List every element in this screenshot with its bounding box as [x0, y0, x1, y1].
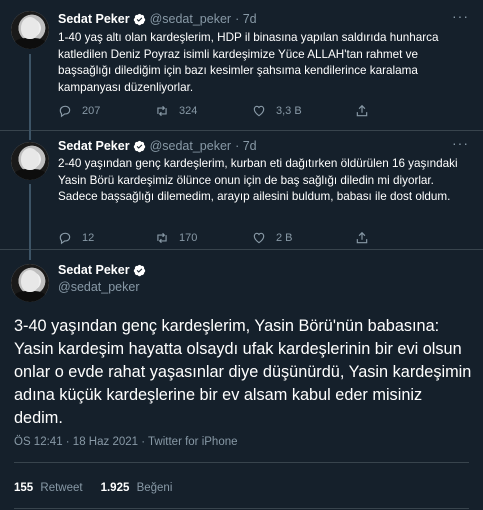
reply-button[interactable]: 12: [58, 231, 155, 245]
author-block: Sedat Peker @sedat_peker: [58, 263, 146, 294]
tweet-actions: 207 324 3,3 B: [58, 104, 443, 118]
tweet-header: Sedat Peker @sedat_peker · 7d: [58, 12, 257, 26]
author-name[interactable]: Sedat Peker: [58, 139, 130, 153]
retweet-stat-label: Retweet: [40, 482, 83, 494]
share-button[interactable]: [355, 104, 379, 118]
retweet-button[interactable]: 324: [155, 104, 252, 118]
reply-icon: [59, 232, 71, 245]
more-options-icon[interactable]: ···: [452, 135, 469, 151]
retweet-icon: [157, 232, 167, 244]
like-icon: [253, 105, 265, 117]
tweet-actions: 12 170 2 B: [58, 231, 443, 245]
share-icon: [356, 104, 368, 117]
retweet-stat[interactable]: 155 Retweet: [14, 482, 83, 494]
reply-button[interactable]: 207: [58, 104, 155, 118]
avatar[interactable]: [11, 11, 49, 49]
retweet-total: 155: [14, 482, 34, 494]
thread-tweet-2[interactable]: Sedat Peker @sedat_peker · 7d ··· 2-40 y…: [0, 131, 483, 250]
like-count: 2 B: [276, 232, 293, 244]
tweet-timestamp[interactable]: ÖS 12:41 · 18 Haz 2021 · Twitter for iPh…: [14, 436, 238, 448]
verified-badge-icon: [133, 140, 145, 152]
like-button[interactable]: 2 B: [252, 231, 349, 245]
retweet-icon: [157, 105, 167, 117]
divider: [14, 508, 469, 509]
tweet-text: 2-40 yaşından genç kardeşlerim, kurban e…: [58, 157, 458, 204]
tweet-stats: 155 Retweet 1.925 Beğeni: [14, 482, 190, 494]
more-options-icon[interactable]: ···: [452, 8, 469, 24]
like-stat-label: Beğeni: [136, 482, 173, 494]
avatar[interactable]: [11, 142, 49, 180]
reply-icon: [59, 105, 71, 118]
like-button[interactable]: 3,3 B: [252, 104, 349, 118]
author-handle[interactable]: @sedat_peker: [150, 139, 232, 153]
like-stat[interactable]: 1.925 Beğeni: [101, 482, 173, 494]
tweet-header: Sedat Peker @sedat_peker · 7d: [58, 139, 257, 153]
thread-line: [29, 131, 31, 140]
like-count: 3,3 B: [276, 105, 302, 117]
retweet-count: 170: [179, 232, 198, 244]
verified-badge-icon: [133, 264, 145, 276]
like-icon: [253, 232, 265, 244]
retweet-button[interactable]: 170: [155, 231, 252, 245]
author-handle[interactable]: @sedat_peker: [150, 12, 232, 26]
thread-line: [29, 184, 31, 250]
share-icon: [356, 231, 368, 244]
tweet-text: 3-40 yaşından genç kardeşlerim, Yasin Bö…: [14, 317, 472, 427]
thread-line: [29, 54, 31, 131]
tweet-time[interactable]: · 7d: [235, 12, 257, 26]
avatar[interactable]: [11, 264, 49, 302]
author-handle[interactable]: @sedat_peker: [58, 280, 146, 294]
thread-tweet-1[interactable]: Sedat Peker @sedat_peker · 7d ··· 1-40 y…: [0, 0, 483, 131]
tweet-time[interactable]: · 7d: [235, 139, 257, 153]
divider: [14, 462, 469, 463]
like-total: 1.925: [100, 482, 130, 494]
share-button[interactable]: [355, 231, 379, 245]
reply-count: 12: [82, 232, 95, 244]
author-name[interactable]: Sedat Peker: [58, 263, 130, 277]
tweet-text: 1-40 yaş altı olan kardeşlerim, HDP il b…: [58, 31, 439, 95]
author-name[interactable]: Sedat Peker: [58, 12, 130, 26]
thread-line: [29, 250, 31, 260]
retweet-count: 324: [179, 105, 198, 117]
verified-badge-icon: [133, 13, 145, 25]
reply-count: 207: [82, 105, 101, 117]
